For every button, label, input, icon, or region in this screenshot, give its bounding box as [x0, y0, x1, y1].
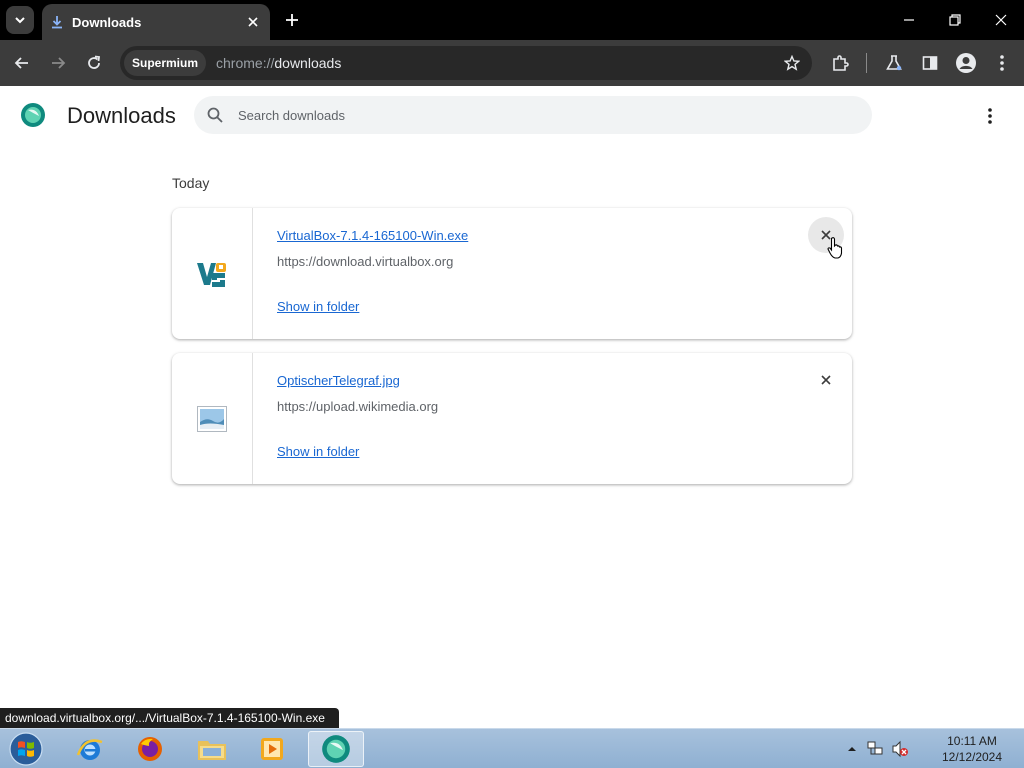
url-host: downloads — [274, 55, 342, 71]
search-icon — [207, 107, 223, 123]
media-player-icon — [261, 738, 283, 760]
close-window-button[interactable] — [978, 0, 1024, 40]
taskbar-internet-explorer[interactable] — [62, 731, 118, 767]
chevron-down-icon — [15, 17, 25, 24]
taskbar-file-explorer[interactable] — [184, 731, 240, 767]
tab-close-button[interactable] — [242, 11, 264, 33]
clock-date: 12/12/2024 — [941, 750, 1003, 764]
page-title: Downloads — [67, 103, 176, 128]
new-tab-button[interactable] — [280, 8, 304, 32]
network-icon — [867, 741, 883, 755]
show-in-folder-link[interactable]: Show in folder — [277, 299, 359, 314]
system-clock[interactable]: 10:11 AM 12/12/2024 — [936, 733, 1008, 765]
taskbar-media-player[interactable] — [244, 731, 300, 767]
file-icon-column — [172, 208, 253, 339]
tray-show-hidden-button[interactable] — [842, 739, 862, 759]
browser-menu-button[interactable] — [988, 49, 1016, 77]
url-scheme: chrome:// — [216, 55, 275, 71]
remove-download-button[interactable] — [808, 362, 844, 398]
file-name-link[interactable]: VirtualBox-7.1.4-165100-Win.exe — [277, 228, 468, 243]
close-icon — [248, 17, 258, 27]
firefox-icon — [138, 737, 162, 761]
windows-start-icon — [9, 732, 43, 766]
browser-toolbar: Supermium chrome://downloads — [0, 40, 1024, 86]
show-in-folder-link[interactable]: Show in folder — [277, 444, 359, 459]
downloads-menu-button[interactable] — [978, 104, 1002, 128]
reload-icon — [88, 55, 101, 69]
more-vertical-icon — [1000, 55, 1004, 71]
address-bar[interactable]: Supermium chrome://downloads — [120, 46, 812, 80]
start-button[interactable] — [6, 731, 46, 767]
more-vertical-icon — [988, 108, 992, 124]
hand-cursor-icon — [827, 237, 843, 259]
side-panel-icon — [922, 56, 938, 70]
internet-explorer-icon — [76, 739, 103, 760]
virtualbox-icon — [197, 262, 226, 287]
minimize-icon — [904, 19, 914, 21]
title-bar: Downloads — [0, 0, 1024, 40]
link-status-bubble: download.virtualbox.org/.../VirtualBox-7… — [0, 708, 339, 728]
supermium-logo-icon — [21, 103, 45, 127]
star-icon — [784, 55, 800, 71]
account-icon — [956, 53, 976, 73]
supermium-icon — [322, 735, 350, 763]
search-input[interactable] — [238, 107, 838, 123]
download-icon — [52, 16, 62, 29]
search-bar[interactable] — [194, 96, 872, 134]
close-icon — [995, 14, 1007, 26]
speaker-muted-icon — [892, 740, 908, 758]
file-icon-column — [172, 353, 253, 484]
back-button[interactable] — [8, 49, 36, 77]
arrow-right-icon — [52, 57, 66, 69]
image-file-icon — [197, 405, 227, 432]
tab-title: Downloads — [72, 14, 142, 30]
restore-icon — [949, 14, 961, 26]
windows-taskbar: 10:11 AM 12/12/2024 — [0, 728, 1024, 768]
extensions-button[interactable] — [826, 49, 854, 77]
close-icon — [821, 375, 831, 385]
date-section-label: Today — [172, 175, 210, 191]
browser-name-chip[interactable]: Supermium — [124, 50, 207, 76]
file-explorer-icon — [198, 741, 226, 760]
tab-downloads[interactable]: Downloads — [42, 4, 270, 40]
taskbar-supermium[interactable] — [308, 731, 364, 767]
arrow-left-icon — [14, 57, 28, 69]
download-item: VirtualBox-7.1.4-165100-Win.exe https://… — [172, 208, 852, 339]
bookmark-button[interactable] — [780, 51, 804, 75]
taskbar-firefox[interactable] — [122, 731, 178, 767]
file-name-link[interactable]: OptischerTelegraf.jpg — [277, 373, 400, 388]
restore-button[interactable] — [932, 0, 978, 40]
side-panel-button[interactable] — [916, 49, 944, 77]
forward-button[interactable] — [44, 49, 72, 77]
url-text[interactable]: chrome://downloads — [216, 55, 341, 71]
puzzle-icon — [833, 55, 849, 71]
reload-button[interactable] — [80, 49, 108, 77]
flask-icon — [886, 55, 902, 71]
labs-button[interactable] — [880, 49, 908, 77]
downloads-header: Downloads — [0, 86, 1024, 146]
tray-volume[interactable] — [890, 739, 910, 759]
profile-button[interactable] — [952, 49, 980, 77]
caret-up-icon — [848, 747, 856, 751]
minimize-button[interactable] — [886, 0, 932, 40]
tab-search-button[interactable] — [6, 6, 34, 34]
download-item: OptischerTelegraf.jpg https://upload.wik… — [172, 353, 852, 484]
file-source-url: https://upload.wikimedia.org — [277, 399, 439, 414]
clock-time: 10:11 AM — [947, 734, 997, 748]
file-source-url: https://download.virtualbox.org — [277, 254, 454, 269]
toolbar-divider — [866, 53, 867, 73]
plus-icon — [286, 14, 298, 26]
tray-network[interactable] — [865, 739, 885, 759]
